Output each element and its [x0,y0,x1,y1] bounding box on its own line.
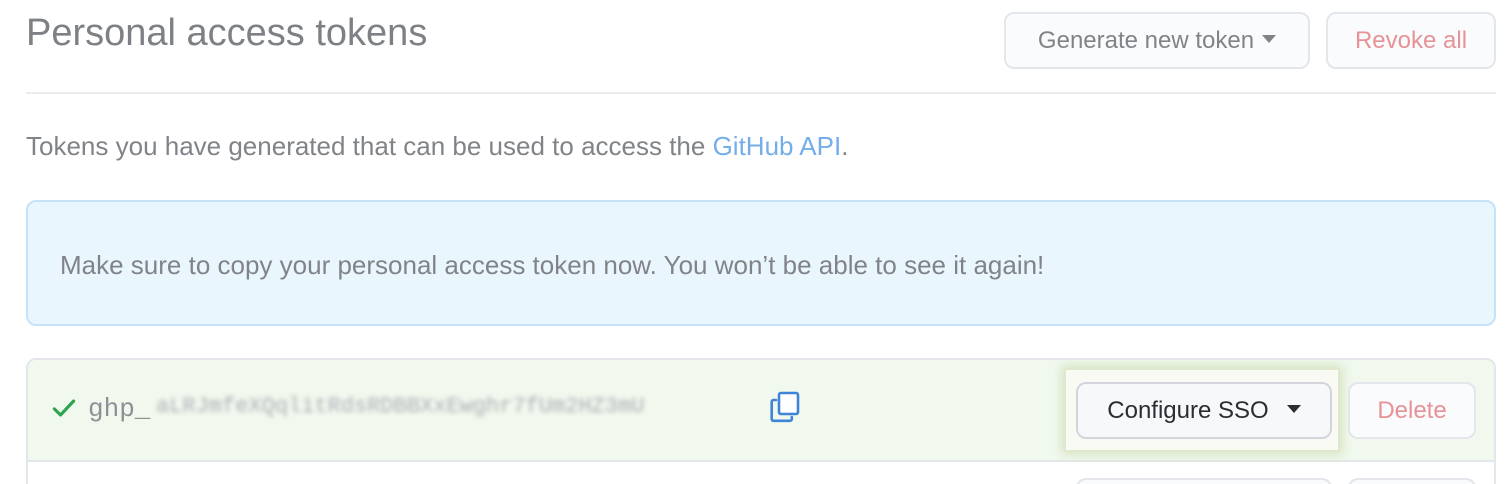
token-value[interactable]: aLRJmfeXQqlitRdsRDBBXxEwghr7fUm2HZ3mU [156,394,644,419]
description: Tokens you have generated that can be us… [26,131,848,162]
copy-icon[interactable] [768,390,802,424]
next-row-delete-button[interactable] [1348,478,1476,484]
header-divider [26,92,1496,94]
caret-down-icon [1262,34,1277,43]
configure-sso-label: Configure SSO [1107,396,1269,424]
token-prefix: ghp_ [88,394,151,424]
next-row-configure-sso-button[interactable] [1076,478,1332,484]
token-list: ghp_ aLRJmfeXQqlitRdsRDBBXxEwghr7fUm2HZ3… [26,358,1496,484]
token-row: ghp_ aLRJmfeXQqlitRdsRDBBXxEwghr7fUm2HZ3… [28,360,1494,462]
delete-token-button[interactable]: Delete [1348,382,1476,439]
page: Personal access tokens Generate new toke… [0,0,1508,484]
delete-token-label: Delete [1377,396,1447,424]
configure-sso-button[interactable]: Configure SSO [1076,382,1332,439]
description-text: Tokens you have generated that can be us… [26,131,713,161]
github-api-link[interactable]: GitHub API [713,131,842,161]
revoke-all-button[interactable]: Revoke all [1326,12,1496,69]
generate-new-token-button[interactable]: Generate new token [1004,12,1310,69]
flash-notice: Make sure to copy your personal access t… [26,200,1496,326]
caret-down-icon [1286,404,1301,413]
generate-new-token-label: Generate new token [1037,26,1255,54]
page-title: Personal access tokens [26,12,428,54]
revoke-all-label: Revoke all [1354,26,1468,54]
description-suffix: . [841,131,849,161]
check-icon [52,399,76,417]
flash-message: Make sure to copy your personal access t… [60,250,1045,280]
